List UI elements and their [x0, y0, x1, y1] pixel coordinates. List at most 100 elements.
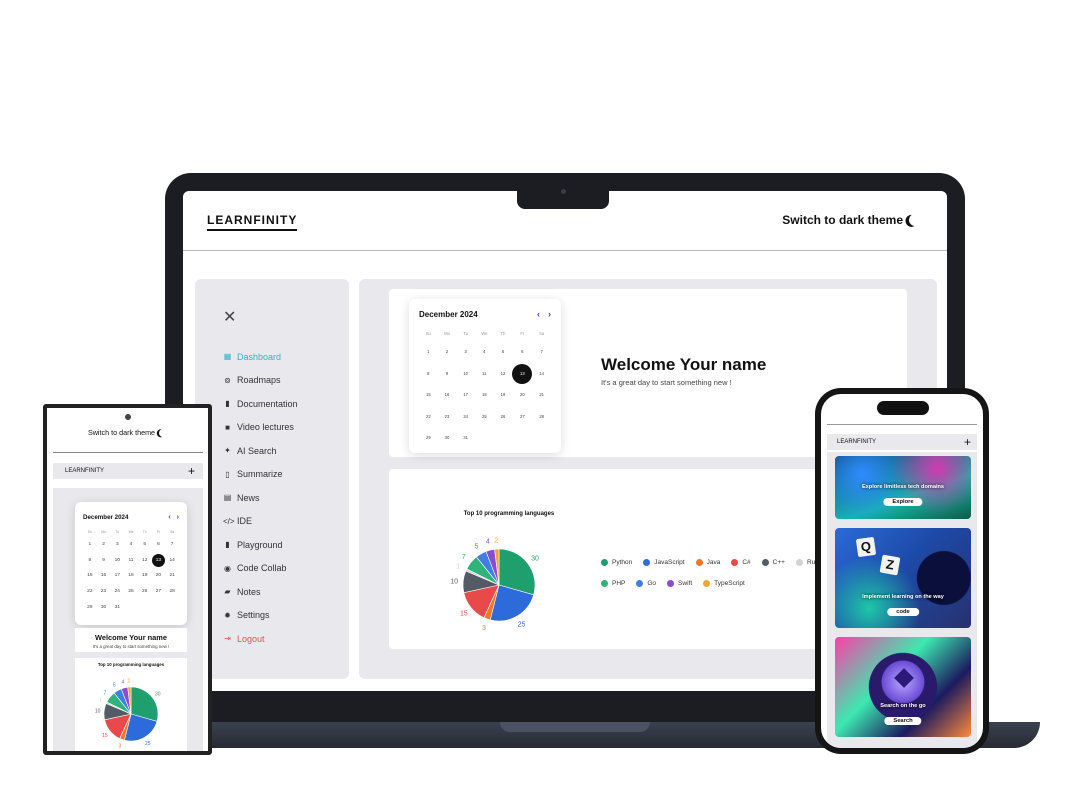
sidebar-item-notes[interactable]: ▰ Notes	[223, 580, 298, 604]
calendar-day[interactable]: 19	[494, 384, 513, 406]
calendar-day[interactable]: 17	[456, 384, 475, 406]
calendar-day[interactable]: 31	[456, 427, 475, 449]
brand-logo[interactable]: LEARNFINITY	[207, 213, 298, 231]
legend-item[interactable]: Go	[636, 580, 656, 587]
calendar-day[interactable]: 8	[419, 363, 438, 385]
calendar-day[interactable]: 22	[83, 584, 97, 600]
calendar-day[interactable]: 21	[165, 568, 179, 584]
calendar-day[interactable]: 4	[124, 537, 138, 553]
calendar-day[interactable]: 26	[494, 406, 513, 428]
plus-icon[interactable]: +	[964, 435, 971, 449]
calendar-day[interactable]: 28	[165, 584, 179, 600]
legend-item[interactable]: PHP	[601, 580, 625, 587]
brand-logo[interactable]: LEARNFINITY	[837, 439, 876, 445]
calendar-day[interactable]: 29	[419, 427, 438, 449]
calendar-day[interactable]: 10	[110, 553, 124, 569]
calendar-day[interactable]: 24	[456, 406, 475, 428]
sidebar-item-summarize[interactable]: ▯ Summarize	[223, 463, 298, 487]
sidebar-item-ai-search[interactable]: ✦ AI Search	[223, 439, 298, 463]
close-icon[interactable]: ✕	[223, 307, 236, 327]
calendar-day[interactable]: 18	[124, 568, 138, 584]
calendar-day[interactable]: 24	[110, 584, 124, 600]
legend-item[interactable]: Java	[695, 559, 720, 566]
calendar-day[interactable]: 3	[456, 341, 475, 363]
calendar-day[interactable]: 4	[475, 341, 494, 363]
calendar-day[interactable]: 28	[532, 406, 551, 428]
legend-item[interactable]: Python	[601, 559, 632, 566]
sidebar-item-dashboard[interactable]: ▦ Dashboard	[223, 345, 298, 369]
legend-item[interactable]: TypeScript	[703, 580, 745, 587]
calendar-day[interactable]: 26	[138, 584, 152, 600]
calendar-day[interactable]: 16	[438, 384, 457, 406]
calendar-day[interactable]: 14	[532, 363, 551, 385]
selected-day[interactable]: 13	[151, 553, 165, 567]
calendar-day[interactable]: 14	[165, 553, 179, 569]
calendar-day[interactable]: 30	[97, 600, 111, 616]
calendar-day[interactable]: 5	[138, 537, 152, 553]
theme-toggle-button[interactable]: Switch to dark theme	[782, 213, 921, 227]
sidebar-item-code-collab[interactable]: ◉ Code Collab	[223, 557, 298, 581]
theme-toggle-button[interactable]: Switch to dark theme	[47, 428, 208, 437]
calendar-day[interactable]: 25	[475, 406, 494, 428]
sidebar-item-news[interactable]: ▤ News	[223, 486, 298, 510]
calendar-day[interactable]: 5	[494, 341, 513, 363]
legend-item[interactable]: JavaScript	[643, 559, 685, 566]
calendar-day[interactable]: 2	[438, 341, 457, 363]
calendar-day[interactable]: 1	[83, 537, 97, 553]
brand-logo[interactable]: LEARNFINITY	[65, 468, 104, 474]
calendar-day[interactable]: 27	[512, 406, 532, 428]
calendar-day[interactable]: 15	[419, 384, 438, 406]
sidebar-item-roadmaps[interactable]: ⊚ Roadmaps	[223, 369, 298, 393]
chevron-left-icon[interactable]: ‹	[537, 309, 540, 319]
calendar-day[interactable]: 10	[456, 363, 475, 385]
calendar-day[interactable]: 3	[110, 537, 124, 553]
calendar-day[interactable]: 31	[110, 600, 124, 616]
calendar-day[interactable]: 25	[124, 584, 138, 600]
chevron-left-icon[interactable]: ‹	[168, 514, 170, 521]
calendar-day[interactable]: 9	[438, 363, 457, 385]
calendar-day[interactable]: 6	[512, 341, 532, 363]
chevron-right-icon[interactable]: ›	[548, 309, 551, 319]
plus-icon[interactable]: +	[188, 464, 195, 478]
calendar-day[interactable]: 23	[438, 406, 457, 428]
sidebar-item-documentation[interactable]: ▮ Documentation	[223, 392, 297, 416]
selected-day[interactable]: 13	[512, 363, 533, 384]
code-button[interactable]: code	[887, 608, 919, 616]
calendar-day[interactable]: 17	[110, 568, 124, 584]
calendar-day[interactable]: 18	[475, 384, 494, 406]
calendar-day[interactable]: 22	[419, 406, 438, 428]
search-button[interactable]: Search	[884, 717, 922, 725]
calendar-day[interactable]: 30	[438, 427, 457, 449]
calendar-day[interactable]: 1	[419, 341, 438, 363]
calendar-day[interactable]: 20	[152, 568, 166, 584]
calendar-day[interactable]: 12	[138, 553, 152, 569]
chevron-right-icon[interactable]: ›	[177, 514, 179, 521]
calendar-day[interactable]: 21	[532, 384, 551, 406]
calendar-day[interactable]: 19	[138, 568, 152, 584]
calendar-day[interactable]: 6	[152, 537, 166, 553]
calendar-day[interactable]: 15	[83, 568, 97, 584]
sidebar-item-logout[interactable]: ⇥ Logout	[223, 627, 298, 651]
calendar-day[interactable]: 8	[83, 553, 97, 569]
calendar-day[interactable]: 2	[97, 537, 111, 553]
calendar-day[interactable]: 7	[165, 537, 179, 553]
sidebar-item-settings[interactable]: ✹ Settings	[223, 604, 298, 628]
calendar-day[interactable]: 12	[494, 363, 513, 385]
calendar-day[interactable]: 11	[475, 363, 494, 385]
legend-item[interactable]: C#	[731, 559, 751, 566]
calendar-day[interactable]: 7	[532, 341, 551, 363]
calendar-day[interactable]: 13	[151, 553, 166, 569]
calendar-day[interactable]: 16	[97, 568, 111, 584]
calendar-day[interactable]: 9	[97, 553, 111, 569]
sidebar-item-video-lectures[interactable]: ■ Video lectures	[223, 416, 298, 440]
calendar-day[interactable]: 27	[152, 584, 166, 600]
calendar-day[interactable]: 23	[97, 584, 111, 600]
calendar-day[interactable]: 13	[512, 363, 533, 385]
legend-item[interactable]: Swift	[667, 580, 692, 587]
calendar-day[interactable]: 29	[83, 600, 97, 616]
calendar-day[interactable]: 11	[124, 553, 138, 569]
sidebar-item-ide[interactable]: </> IDE	[223, 510, 298, 534]
sidebar-item-playground[interactable]: ▮ Playground	[223, 533, 298, 557]
legend-item[interactable]: C++	[761, 559, 785, 566]
explore-button[interactable]: Explore	[883, 498, 923, 506]
